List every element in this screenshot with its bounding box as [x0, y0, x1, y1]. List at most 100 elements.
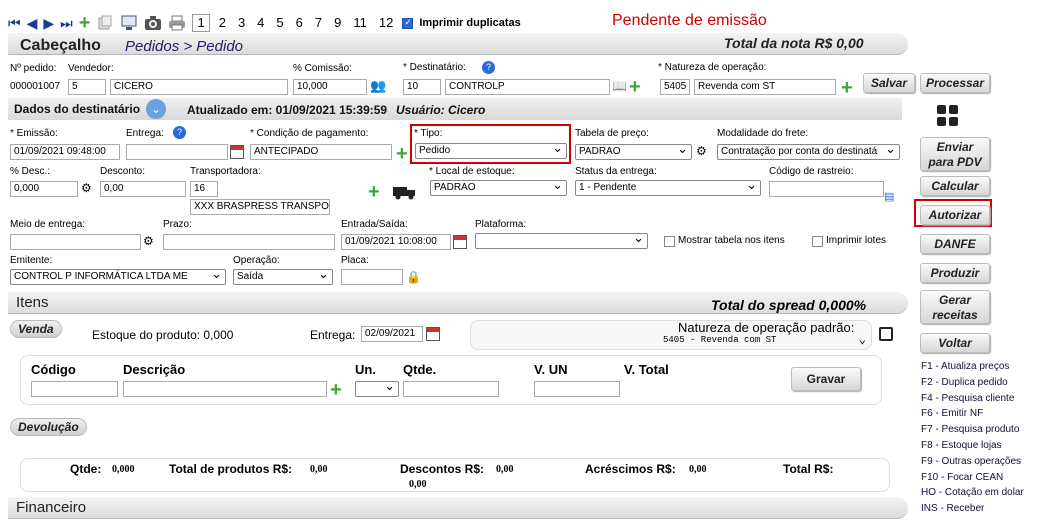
- item-vun-input[interactable]: [534, 381, 620, 397]
- issuer-select[interactable]: CONTROL P INFORMÁTICA LTDA ME: [10, 269, 226, 285]
- page-5[interactable]: 5: [273, 15, 286, 31]
- add-carrier-icon[interactable]: +: [368, 182, 380, 202]
- printer-icon[interactable]: [168, 14, 186, 32]
- discount-pct-input[interactable]: 0,000: [10, 181, 78, 197]
- term-input[interactable]: [163, 234, 335, 250]
- back-button[interactable]: Voltar: [920, 333, 990, 353]
- item-delivery-calendar-icon[interactable]: [426, 327, 440, 341]
- copy-icon[interactable]: [96, 14, 114, 32]
- computer-icon[interactable]: [120, 14, 138, 32]
- nature-code-input[interactable]: 5405: [660, 79, 690, 95]
- camera-icon[interactable]: [144, 14, 162, 32]
- item-delivery-input[interactable]: 02/09/2021: [361, 326, 423, 342]
- book-icon[interactable]: 📖: [612, 79, 627, 93]
- show-table-checkbox[interactable]: [664, 236, 675, 247]
- page-7[interactable]: 7: [312, 15, 325, 31]
- shortcut-f9: F9 - Outras operações: [921, 456, 1022, 467]
- produce-button[interactable]: Produzir: [920, 263, 990, 283]
- tracking-input[interactable]: [769, 181, 884, 197]
- note-icon[interactable]: [879, 327, 893, 341]
- page-9[interactable]: 9: [331, 15, 344, 31]
- sale-tab[interactable]: Venda: [10, 320, 62, 338]
- chevron-down-icon[interactable]: ⌄: [146, 99, 166, 119]
- grand-total-label: Total R$:: [783, 462, 834, 476]
- default-nature-select[interactable]: 5405 - Revenda com ST ⌄: [663, 333, 866, 347]
- type-select[interactable]: Pedido: [415, 143, 567, 159]
- print-lots-checkbox[interactable]: [812, 236, 823, 247]
- delivery-method-input[interactable]: [10, 234, 141, 250]
- plate-input[interactable]: [341, 269, 403, 285]
- send-pdv-button[interactable]: Enviar para PDV: [920, 137, 990, 171]
- col-vun: V. UN: [534, 362, 568, 377]
- truck-icon[interactable]: [393, 184, 417, 200]
- platform-select[interactable]: [475, 233, 648, 249]
- delivery-input[interactable]: [126, 144, 228, 160]
- operation-select[interactable]: Saída: [233, 269, 333, 285]
- return-tab[interactable]: Devolução: [10, 418, 87, 436]
- lock-icon[interactable]: 🔒: [406, 270, 421, 284]
- in-out-input[interactable]: 01/09/2021 10:08:00: [341, 234, 451, 250]
- first-page-icon[interactable]: ⏮: [8, 15, 21, 31]
- seller-code-input[interactable]: 5: [68, 79, 106, 95]
- user-text: Usuário: Cicero: [396, 103, 486, 117]
- item-qty-input[interactable]: [403, 381, 499, 397]
- breadcrumb: Pedidos > Pedido: [125, 38, 244, 55]
- page-6[interactable]: 6: [293, 15, 306, 31]
- freight-select[interactable]: Contratação por conta do destinatá: [717, 144, 900, 160]
- last-page-icon[interactable]: ⏭: [60, 15, 73, 31]
- delivery-help-icon[interactable]: ?: [173, 126, 186, 139]
- col-code: Código: [31, 362, 76, 377]
- add-nature-icon[interactable]: +: [841, 78, 853, 98]
- add-payment-icon[interactable]: +: [396, 144, 408, 164]
- emission-input[interactable]: 01/09/2021 09:48:00: [10, 144, 120, 160]
- carrier-name-input[interactable]: XXX BRASPRESS TRANSPO: [190, 199, 330, 215]
- recipient-bar-title: Dados do destinatário: [14, 102, 141, 116]
- binoculars-icon[interactable]: ⚙: [143, 234, 154, 248]
- nature-name-input[interactable]: Revenda com ST: [694, 79, 836, 95]
- item-code-input[interactable]: [31, 381, 118, 397]
- danfe-button[interactable]: DANFE: [920, 234, 990, 254]
- page-1[interactable]: 1: [192, 14, 210, 32]
- recipient-label: * Destinatário:: [403, 62, 466, 73]
- record-button[interactable]: Gravar: [791, 367, 861, 391]
- print-duplicates-checkbox[interactable]: [402, 17, 414, 29]
- page-12[interactable]: 12: [376, 15, 396, 31]
- previous-icon[interactable]: ◀: [27, 15, 38, 31]
- add-icon[interactable]: +: [79, 13, 91, 33]
- in-out-calendar-icon[interactable]: [453, 235, 467, 249]
- delivery-calendar-icon[interactable]: [230, 145, 244, 159]
- stock-product-text: Estoque do produto: 0,000: [92, 328, 234, 342]
- recipient-code-input[interactable]: 10: [403, 79, 441, 95]
- help-icon[interactable]: ?: [482, 61, 495, 74]
- delivery-status-select[interactable]: 1 - Pendente: [575, 180, 761, 196]
- next-icon[interactable]: ▶: [43, 15, 54, 31]
- authorize-button[interactable]: Autorizar: [920, 205, 990, 225]
- recipes-button[interactable]: Gerar receitas: [920, 290, 990, 324]
- tracking-doc-icon[interactable]: ▤: [884, 190, 894, 203]
- price-table-select[interactable]: PADRAO: [575, 144, 692, 160]
- page-11[interactable]: 11: [350, 15, 370, 31]
- carrier-code-input[interactable]: 16: [190, 181, 218, 197]
- page-4[interactable]: 4: [254, 15, 267, 31]
- save-button[interactable]: Salvar: [863, 73, 915, 93]
- add-item-icon[interactable]: +: [330, 380, 342, 400]
- people-icon[interactable]: 👥: [370, 78, 386, 94]
- payment-input[interactable]: ANTECIPADO: [250, 144, 392, 160]
- page-3[interactable]: 3: [235, 15, 248, 31]
- seller-name-input[interactable]: CICERO: [110, 79, 288, 95]
- commission-input[interactable]: 10,000: [293, 79, 367, 95]
- discounts-total-label: Descontos R$:: [400, 462, 485, 476]
- page-2[interactable]: 2: [216, 15, 229, 31]
- discount-input[interactable]: 0,00: [100, 181, 186, 197]
- item-unit-select[interactable]: [355, 381, 399, 397]
- discount-pct-label: % Desc.:: [10, 166, 51, 177]
- recipient-name-input[interactable]: CONTROLP: [445, 79, 610, 95]
- grid-icon[interactable]: [936, 104, 960, 128]
- add-recipient-icon[interactable]: +: [629, 77, 641, 97]
- discount-calc-icon[interactable]: ⚙: [81, 181, 92, 195]
- stock-select[interactable]: PADRAO: [430, 180, 567, 196]
- calculate-button[interactable]: Calcular: [920, 176, 990, 196]
- process-button[interactable]: Processar: [920, 73, 990, 93]
- coins-icon[interactable]: ⚙: [696, 144, 707, 158]
- item-desc-input[interactable]: [123, 381, 327, 397]
